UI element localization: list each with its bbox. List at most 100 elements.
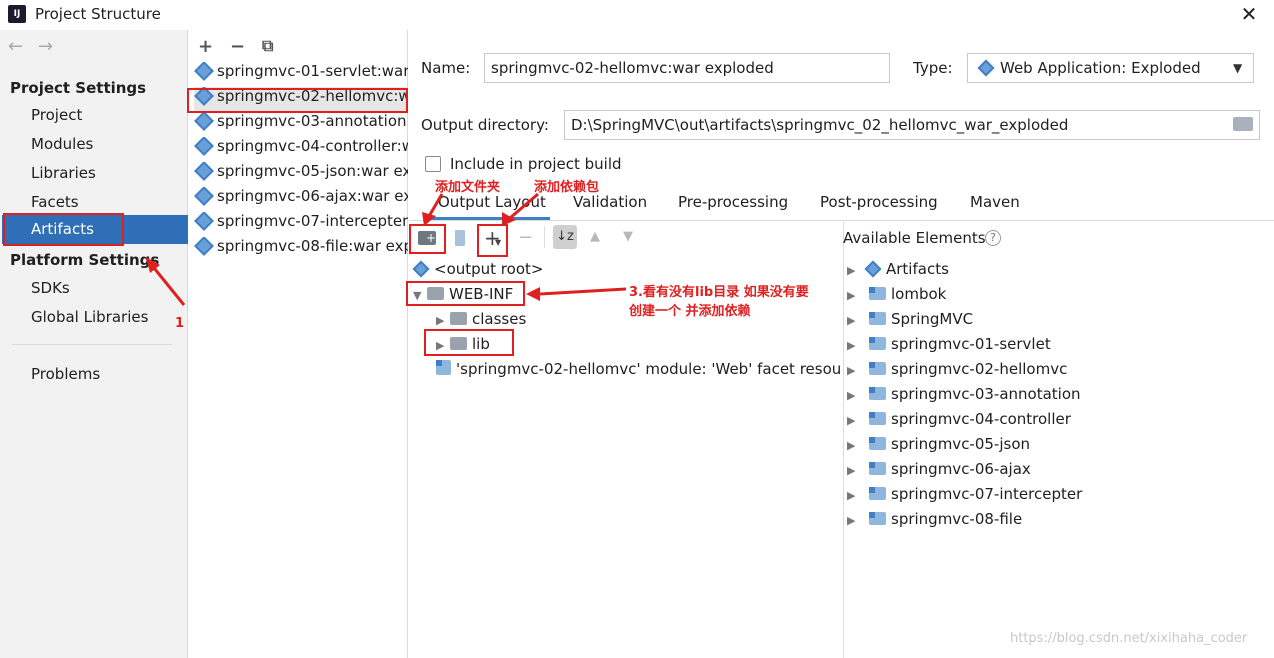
- tree-output-root[interactable]: <output root>: [412, 260, 543, 278]
- web-artifact-icon: [194, 237, 214, 256]
- tree-module-resources[interactable]: 'springmvc-02-hellomvc' module: 'Web' fa…: [436, 360, 842, 378]
- annotation-box-web-inf: [406, 281, 525, 306]
- copy-artifact-icon[interactable]: ⧉: [262, 36, 273, 56]
- web-artifact-icon: [194, 212, 214, 231]
- annotation-box-artifacts: [3, 213, 124, 246]
- expand-arrow-icon[interactable]: ▶: [847, 339, 861, 352]
- title-bar: [0, 0, 1274, 30]
- window-title: Project Structure: [35, 5, 161, 23]
- module-folder-icon: [869, 287, 886, 300]
- expand-arrow-icon[interactable]: ▶: [847, 264, 861, 277]
- platform-settings-header: Platform Settings: [10, 251, 160, 269]
- forward-arrow-icon[interactable]: →: [38, 36, 53, 57]
- sidebar-item-sdks[interactable]: SDKs: [31, 279, 70, 297]
- sidebar-item-modules[interactable]: Modules: [31, 135, 93, 153]
- remove-artifact-icon[interactable]: −: [230, 36, 245, 57]
- expand-arrow-icon[interactable]: ▶: [847, 314, 861, 327]
- expand-arrow-icon[interactable]: ▶: [847, 389, 861, 402]
- artifact-item[interactable]: springmvc-08-file:war exploded: [194, 237, 408, 262]
- back-arrow-icon[interactable]: ←: [8, 36, 23, 57]
- available-item[interactable]: ▶ springmvc-01-servlet: [847, 335, 1051, 353]
- tree-classes[interactable]: ▶ classes: [436, 310, 526, 328]
- move-down-icon[interactable]: ▼: [623, 229, 633, 244]
- expand-arrow-icon[interactable]: ▶: [847, 364, 861, 377]
- available-item[interactable]: ▶ SpringMVC: [847, 310, 973, 328]
- web-resource-icon: [436, 360, 451, 375]
- module-folder-icon: [869, 387, 886, 400]
- sidebar-item-project[interactable]: Project: [31, 106, 82, 124]
- module-folder-icon: [869, 437, 886, 450]
- tab-post-processing[interactable]: Post-processing: [820, 193, 938, 211]
- sort-elements-icon[interactable]: ↓z: [553, 225, 577, 249]
- tab-maven[interactable]: Maven: [970, 193, 1020, 211]
- module-folder-icon: [869, 362, 886, 375]
- annotation-arrow-add-folder: [422, 193, 444, 226]
- output-directory-label: Output directory:: [421, 116, 549, 134]
- annotation-number-1: 1: [175, 316, 185, 331]
- remove-element-icon[interactable]: −: [518, 227, 533, 248]
- tab-validation[interactable]: Validation: [573, 193, 647, 211]
- type-select[interactable]: Web Application: Exploded: [967, 53, 1254, 83]
- module-folder-icon: [869, 487, 886, 500]
- sidebar-item-libraries[interactable]: Libraries: [31, 164, 96, 182]
- create-archive-icon[interactable]: [455, 230, 465, 246]
- available-item[interactable]: ▶ springmvc-07-intercepter: [847, 485, 1082, 503]
- available-item[interactable]: ▶ springmvc-03-annotation: [847, 385, 1081, 403]
- project-settings-header: Project Settings: [10, 79, 147, 97]
- artifact-item[interactable]: springmvc-01-servlet:war exploded: [194, 62, 408, 87]
- sidebar-item-global-libraries[interactable]: Global Libraries: [31, 308, 148, 326]
- available-item[interactable]: ▶ springmvc-06-ajax: [847, 460, 1031, 478]
- module-folder-icon: [869, 462, 886, 475]
- artifact-item[interactable]: springmvc-04-controller:war exploded: [194, 137, 408, 162]
- include-in-build-checkbox[interactable]: [425, 156, 441, 172]
- expand-arrow-icon[interactable]: ▶: [847, 289, 861, 302]
- name-label: Name:: [421, 59, 471, 77]
- available-elements-title: Available Elements: [843, 229, 986, 247]
- available-item[interactable]: ▶ springmvc-05-json: [847, 435, 1030, 453]
- sidebar-item-facets[interactable]: Facets: [31, 193, 79, 211]
- artifact-icon: [864, 260, 882, 278]
- module-folder-icon: [869, 512, 886, 525]
- move-up-icon[interactable]: ▲: [590, 229, 600, 244]
- watermark: https://blog.csdn.net/xixihaha_coder: [1010, 631, 1248, 646]
- sidebar-item-problems[interactable]: Problems: [31, 365, 100, 383]
- chevron-down-icon[interactable]: ▼: [1233, 61, 1242, 75]
- available-item[interactable]: ▶ Artifacts: [847, 260, 949, 278]
- annotation-step3-line2: 创建一个 并添加依赖: [629, 304, 751, 319]
- sidebar-divider: [12, 344, 172, 345]
- expand-arrow-icon[interactable]: ▶: [847, 489, 861, 502]
- expand-arrow-icon[interactable]: ▶: [847, 439, 861, 452]
- artifact-item[interactable]: springmvc-05-json:war exploded: [194, 162, 408, 187]
- include-in-build-label: Include in project build: [450, 155, 622, 173]
- annotation-arrow-add-dependency: [502, 192, 539, 226]
- toolbar-separator: [544, 226, 545, 248]
- add-artifact-icon[interactable]: +: [198, 36, 213, 57]
- web-artifact-icon: [194, 162, 214, 181]
- available-item[interactable]: ▶ lombok: [847, 285, 946, 303]
- annotation-step3-line1: 3.看有没有lib目录 如果没有要: [629, 285, 809, 300]
- available-item[interactable]: ▶ springmvc-04-controller: [847, 410, 1071, 428]
- type-label: Type:: [913, 59, 953, 77]
- expand-arrow-icon[interactable]: ▶: [847, 414, 861, 427]
- artifact-item[interactable]: springmvc-07-intercepter:war exploded: [194, 212, 408, 237]
- collapse-arrow-icon[interactable]: ▶: [436, 314, 450, 327]
- name-field[interactable]: springmvc-02-hellomvc:war exploded: [484, 53, 890, 83]
- module-folder-icon: [869, 312, 886, 325]
- available-item[interactable]: ▶ springmvc-08-file: [847, 510, 1022, 528]
- artifact-item[interactable]: springmvc-03-annotation:war exploded: [194, 112, 408, 137]
- help-icon[interactable]: ?: [985, 230, 1001, 246]
- available-item[interactable]: ▶ springmvc-02-hellomvc: [847, 360, 1067, 378]
- expand-arrow-icon[interactable]: ▶: [847, 514, 861, 527]
- output-directory-field[interactable]: D:\SpringMVC\out\artifacts\springmvc_02_…: [564, 110, 1260, 140]
- annotation-arrow-3: [526, 287, 627, 301]
- web-artifact-icon: [194, 112, 214, 131]
- expand-arrow-icon[interactable]: ▶: [847, 464, 861, 477]
- artifact-item[interactable]: springmvc-06-ajax:war exploded: [194, 187, 408, 212]
- output-root-icon: [412, 260, 430, 278]
- folder-icon: [450, 312, 467, 325]
- panel-splitter[interactable]: [843, 222, 844, 658]
- annotation-box-lib: [424, 329, 514, 356]
- close-icon[interactable]: ✕: [1238, 2, 1260, 26]
- tab-pre-processing[interactable]: Pre-processing: [678, 193, 788, 211]
- folder-browse-icon[interactable]: [1233, 117, 1253, 131]
